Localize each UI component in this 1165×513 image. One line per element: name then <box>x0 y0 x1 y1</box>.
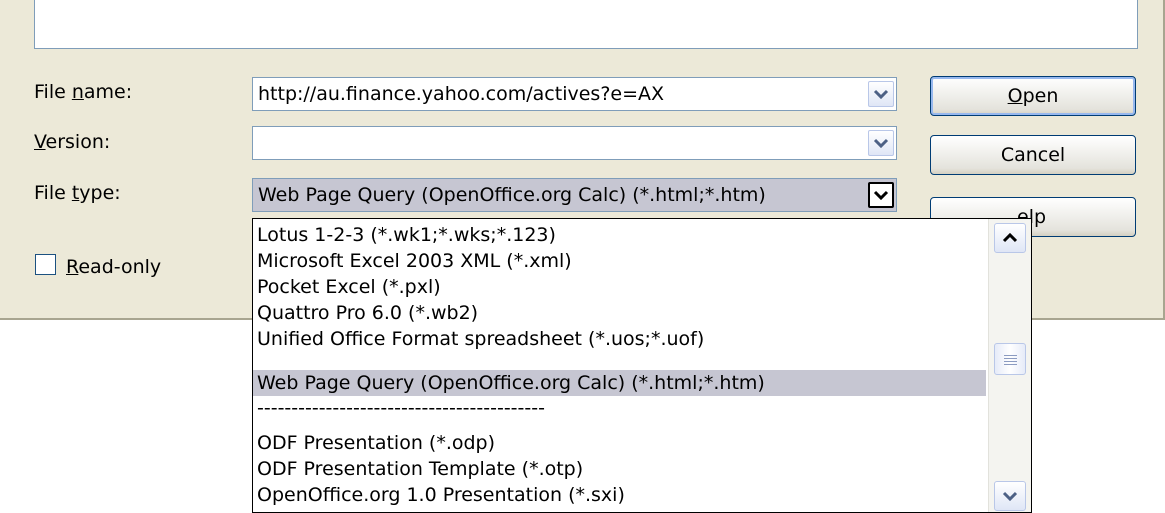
file-name-input[interactable]: http://au.finance.yahoo.com/actives?e=AX <box>258 83 664 105</box>
list-item[interactable]: ODF Presentation Template (*.otp) <box>253 456 986 482</box>
list-item[interactable]: Microsoft Excel 2003 XML (*.xml) <box>253 248 986 274</box>
file-type-combo[interactable]: Web Page Query (OpenOffice.org Calc) (*.… <box>252 178 897 212</box>
list-item[interactable]: ODF Presentation (*.odp) <box>253 430 986 456</box>
scroll-thumb[interactable] <box>994 343 1026 375</box>
chevron-down-icon <box>873 89 889 99</box>
list-item[interactable]: Pocket Excel (*.pxl) <box>253 274 986 300</box>
read-only-label[interactable]: Read-only <box>66 256 161 278</box>
list-separator: ----------------------------------------… <box>257 397 545 419</box>
chevron-down-icon <box>873 138 889 148</box>
file-list-area[interactable] <box>34 0 1138 49</box>
list-item[interactable]: Lotus 1-2-3 (*.wk1;*.wks;*.123) <box>253 222 986 248</box>
list-item-selected[interactable]: Web Page Query (OpenOffice.org Calc) (*.… <box>253 370 986 396</box>
file-type-label: File type: <box>34 182 121 204</box>
chevron-down-icon <box>873 190 889 200</box>
file-name-combo[interactable]: http://au.finance.yahoo.com/actives?e=AX <box>252 77 897 111</box>
dropdown-scrollbar[interactable] <box>988 219 1031 512</box>
chevron-up-icon <box>1002 233 1018 243</box>
scroll-up-button[interactable] <box>994 223 1026 253</box>
cancel-button[interactable]: Cancel <box>930 135 1136 175</box>
version-label: Version: <box>34 131 111 153</box>
file-type-dropdown-button[interactable] <box>868 182 894 208</box>
file-type-dropdown-list[interactable]: Lotus 1-2-3 (*.wk1;*.wks;*.123) Microsof… <box>252 218 1032 513</box>
version-dropdown-button[interactable] <box>868 130 894 156</box>
file-type-value: Web Page Query (OpenOffice.org Calc) (*.… <box>258 184 766 206</box>
scroll-down-button[interactable] <box>994 481 1026 511</box>
list-item[interactable]: OpenOffice.org 1.0 Presentation (*.sxi) <box>253 482 986 508</box>
list-item[interactable]: Quattro Pro 6.0 (*.wb2) <box>253 300 986 326</box>
version-combo[interactable] <box>252 126 897 160</box>
read-only-checkbox[interactable] <box>35 254 56 275</box>
open-button[interactable]: Open <box>930 76 1136 116</box>
file-name-label: File name: <box>34 81 133 103</box>
chevron-down-icon <box>1002 491 1018 501</box>
file-name-dropdown-button[interactable] <box>868 81 894 107</box>
list-item[interactable]: Unified Office Format spreadsheet (*.uos… <box>253 326 986 352</box>
